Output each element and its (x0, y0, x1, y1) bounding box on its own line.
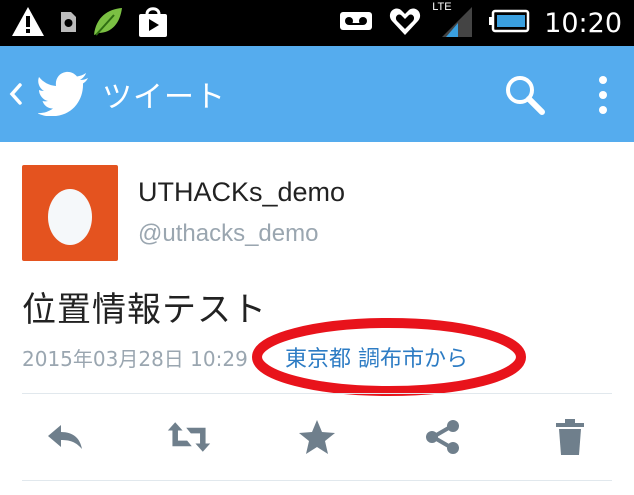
network-type-label: LTE (432, 1, 452, 13)
avatar[interactable] (22, 165, 118, 261)
app-bar: ツイート (0, 46, 634, 142)
twitter-bird-icon[interactable] (37, 70, 90, 120)
delete-button[interactable] (547, 414, 593, 460)
battery-icon (488, 9, 530, 37)
tweet-text: 位置情報テスト (22, 290, 267, 330)
tweet-timestamp: 2015年03月28日 10:29 (22, 347, 248, 371)
delete-icon (556, 419, 584, 455)
status-bar: LTE 10:20 (0, 0, 634, 46)
sim-icon (58, 10, 78, 38)
share-icon (426, 420, 459, 454)
divider (22, 393, 612, 394)
favorite-button[interactable] (294, 414, 340, 460)
divider (22, 480, 612, 481)
search-icon[interactable] (504, 74, 546, 120)
egg-icon (48, 189, 92, 245)
voicemail-icon (338, 9, 374, 37)
page-title: ツイート (102, 80, 226, 115)
reply-button[interactable] (42, 414, 88, 460)
screen-name[interactable]: @uthacks_demo (138, 220, 318, 248)
reply-icon (48, 425, 82, 449)
heart-icon (388, 5, 422, 41)
play-store-icon (136, 5, 170, 43)
overflow-menu-icon[interactable] (596, 74, 610, 120)
retweet-button[interactable] (166, 414, 212, 460)
share-button[interactable] (420, 414, 466, 460)
leaf-icon (90, 5, 124, 43)
retweet-icon (167, 422, 211, 452)
clock: 10:20 (544, 7, 622, 39)
back-icon[interactable] (6, 74, 28, 118)
display-name[interactable]: UTHACKs_demo (138, 177, 345, 208)
signal-icon: LTE (432, 1, 474, 43)
favorite-icon (299, 420, 335, 454)
highlight-ellipse (252, 318, 526, 396)
warning-icon (10, 5, 46, 43)
